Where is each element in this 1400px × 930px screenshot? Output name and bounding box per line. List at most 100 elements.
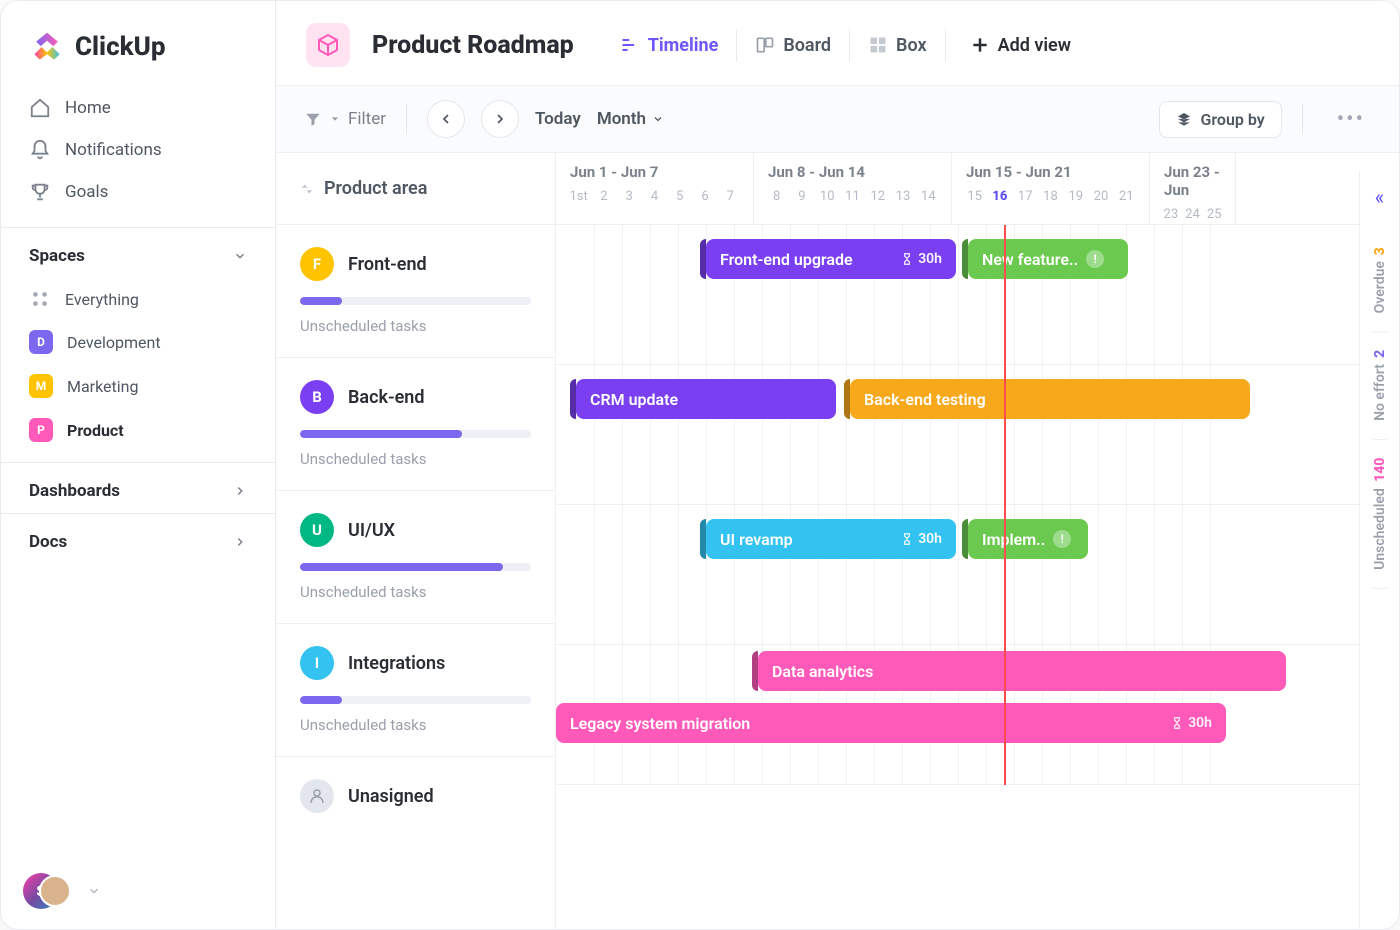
rail-count: 2: [1372, 350, 1388, 358]
day-label: 20: [1088, 189, 1113, 204]
rail-count: 3: [1372, 247, 1388, 255]
task-bar[interactable]: UI revamp30h: [706, 519, 956, 559]
timeline-row: Front-end upgrade30h New feature..!: [556, 225, 1399, 365]
space-item-development[interactable]: DDevelopment: [13, 320, 263, 364]
task-label: CRM update: [590, 390, 678, 409]
group-badge: F: [300, 247, 334, 281]
filter-button[interactable]: Filter: [304, 109, 386, 129]
week-label: Jun 15 - Jun 21: [962, 163, 1139, 181]
day-label: 10: [815, 189, 840, 204]
task-bar[interactable]: Data analytics: [758, 651, 1286, 691]
group-name: UI/UX: [348, 520, 395, 541]
layers-icon: [1176, 111, 1192, 127]
unscheduled-link[interactable]: Unscheduled tasks: [300, 450, 531, 468]
task-bar[interactable]: Front-end upgrade30h: [706, 239, 956, 279]
group-column-header[interactable]: Product area: [276, 153, 555, 225]
prev-button[interactable]: [427, 100, 465, 138]
task-bar[interactable]: CRM update: [576, 379, 836, 419]
sidebar-item-everything[interactable]: Everything: [13, 278, 263, 320]
week-label: Jun 1 - Jun 7: [566, 163, 743, 181]
week-column: Jun 15 - Jun 2115161718192021: [952, 153, 1150, 224]
grid-icon: [29, 288, 51, 310]
unscheduled-link[interactable]: Unscheduled tasks: [300, 317, 531, 335]
group-by-label: Group by: [1200, 110, 1264, 129]
task-bar[interactable]: Back-end testing: [850, 379, 1250, 419]
tab-box[interactable]: Box: [849, 29, 945, 62]
task-label: Implem..: [982, 530, 1045, 549]
space-item-product[interactable]: PProduct: [13, 408, 263, 452]
progress-bar: [300, 563, 531, 571]
day-label: 3: [617, 189, 642, 204]
trophy-icon: [29, 181, 51, 203]
sort-icon: [300, 182, 314, 196]
week-label: Jun 23 - Jun: [1160, 163, 1225, 199]
day-label: 4: [642, 189, 667, 204]
group-name: Integrations: [348, 653, 445, 674]
unassigned-icon: [300, 779, 334, 813]
sidebar-item-goals[interactable]: Goals: [13, 171, 263, 213]
day-label: 25: [1203, 207, 1225, 222]
more-button[interactable]: •••: [1331, 107, 1371, 132]
progress-bar: [300, 430, 531, 438]
today-button[interactable]: Today: [535, 109, 581, 129]
timeline-row: CRM update Back-end testing: [556, 365, 1399, 505]
rail-item-overdue[interactable]: Overdue 3: [1372, 229, 1388, 332]
rail-item-no-effort[interactable]: No effort 2: [1372, 332, 1388, 440]
group-by-button[interactable]: Group by: [1159, 101, 1281, 138]
tab-board[interactable]: Board: [736, 29, 849, 62]
clickup-logo-icon: [29, 29, 65, 65]
sidebar-item-label: Everything: [65, 290, 139, 309]
group-badge: I: [300, 646, 334, 680]
caret-down-icon: [330, 114, 340, 124]
user-menu[interactable]: S: [1, 853, 275, 929]
day-label: 19: [1063, 189, 1088, 204]
rail-label: Unscheduled: [1372, 488, 1388, 570]
warning-icon: !: [1053, 530, 1071, 548]
rail-label: Overdue: [1372, 261, 1388, 313]
docs-header[interactable]: Docs: [1, 514, 275, 564]
dashboards-header[interactable]: Dashboards: [1, 463, 275, 513]
rail-label: No effort: [1372, 364, 1388, 421]
sidebar-item-home[interactable]: Home: [13, 87, 263, 129]
progress-bar: [300, 696, 531, 704]
time-estimate: 30h: [900, 251, 942, 267]
board-icon: [755, 35, 775, 55]
day-label: 5: [667, 189, 692, 204]
day-label: 23: [1160, 207, 1182, 222]
week-column: Jun 23 - Jun232425: [1150, 153, 1236, 224]
unscheduled-link[interactable]: Unscheduled tasks: [300, 583, 531, 601]
unscheduled-link[interactable]: Unscheduled tasks: [300, 716, 531, 734]
app-logo[interactable]: ClickUp: [1, 1, 275, 83]
spaces-header[interactable]: Spaces: [1, 228, 275, 278]
add-view-button[interactable]: Add view: [970, 35, 1071, 56]
rail-item-unscheduled[interactable]: Unscheduled 140: [1372, 440, 1388, 589]
collapse-rail-button[interactable]: «: [1375, 185, 1384, 209]
sidebar-item-label: Goals: [65, 182, 108, 202]
task-label: Back-end testing: [864, 390, 986, 409]
space-item-marketing[interactable]: MMarketing: [13, 364, 263, 408]
tab-timeline[interactable]: Timeline: [602, 29, 737, 62]
week-label: Jun 8 - Jun 14: [764, 163, 941, 181]
space-label: Marketing: [67, 377, 138, 396]
time-estimate: 30h: [900, 531, 942, 547]
chevron-right-icon: [492, 111, 508, 127]
day-label: 21: [1114, 189, 1139, 204]
day-label: 2: [591, 189, 616, 204]
task-label: Data analytics: [772, 662, 873, 681]
task-bar[interactable]: Implem..!: [968, 519, 1088, 559]
group-name: Unasigned: [348, 786, 434, 807]
chevron-down-icon: [233, 249, 247, 263]
progress-bar: [300, 297, 531, 305]
task-bar[interactable]: Legacy system migration30h: [556, 703, 1226, 743]
dashboards-label: Dashboards: [29, 481, 120, 501]
sidebar-item-notifications[interactable]: Notifications: [13, 129, 263, 171]
next-button[interactable]: [481, 100, 519, 138]
task-bar[interactable]: New feature..!: [968, 239, 1128, 279]
sidebar-item-label: Notifications: [65, 140, 162, 160]
person-icon: [308, 787, 326, 805]
range-select[interactable]: Month: [597, 109, 664, 129]
day-label: 1st: [566, 189, 591, 204]
box-icon: [868, 35, 888, 55]
chevron-left-icon: [438, 111, 454, 127]
timeline-row: UI revamp30h Implem..!: [556, 505, 1399, 645]
